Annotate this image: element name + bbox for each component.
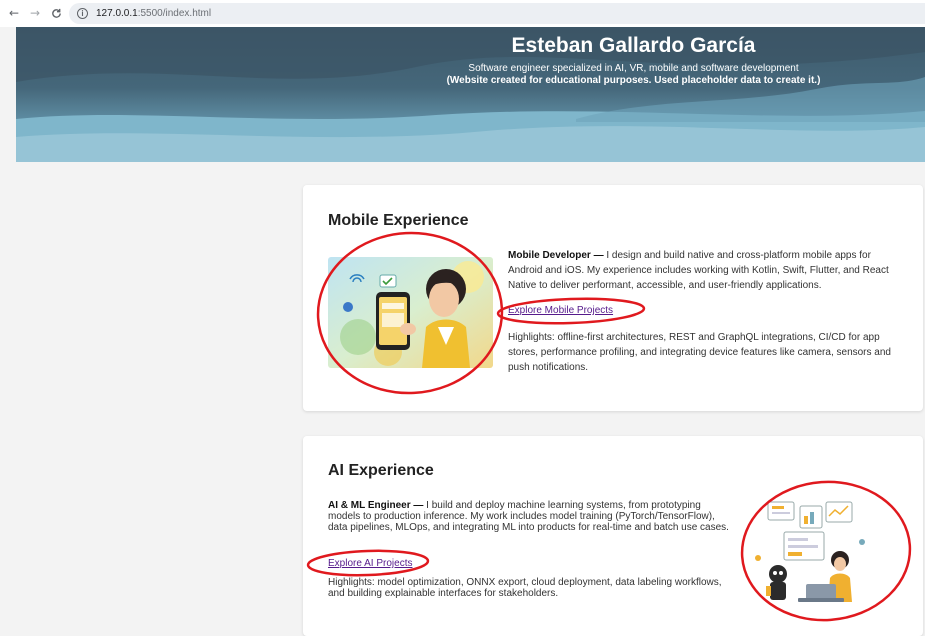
ai-description: AI & ML Engineer — I build and deploy ma…	[328, 500, 733, 533]
arrow-right-icon[interactable]: →	[27, 5, 43, 21]
page-title: Esteban Gallardo García	[511, 34, 756, 57]
ai-highlights: Highlights: model optimization, ONNX exp…	[328, 577, 722, 599]
ai-experience-card: AI Experience AI & ML Engineer — I build…	[303, 436, 923, 636]
mobile-highlights: Highlights: offline-first architectures,…	[508, 332, 891, 373]
mobile-developer-illustration	[328, 257, 493, 368]
url-path: :5500/index.html	[137, 8, 212, 19]
ai-heading: AI Experience	[328, 462, 434, 479]
mobile-role: Mobile Developer —	[508, 250, 604, 261]
info-icon[interactable]: i	[77, 8, 88, 19]
arrow-left-icon[interactable]: ←	[6, 5, 22, 21]
explore-mobile-projects-link[interactable]: Explore Mobile Projects	[508, 305, 613, 316]
ai-role: AI & ML Engineer —	[328, 500, 424, 511]
hero-subtitle: Software engineer specialized in AI, VR,…	[468, 63, 799, 74]
ai-engineer-illustration	[748, 498, 873, 606]
url-host: 127.0.0.1	[96, 8, 138, 19]
address-bar[interactable]: i 127.0.0.1:5500/index.html	[69, 3, 925, 24]
browser-toolbar: ← → i 127.0.0.1:5500/index.html	[0, 0, 925, 27]
mobile-description: Mobile Developer — I design and build na…	[508, 248, 903, 293]
explore-ai-projects-link[interactable]: Explore AI Projects	[328, 558, 412, 569]
mobile-experience-card: Mobile Experience Mobile Developer — I d…	[303, 185, 923, 411]
reload-icon[interactable]	[48, 5, 64, 21]
hero-banner: Esteban Gallardo García Software enginee…	[16, 27, 925, 162]
url-text: 127.0.0.1:5500/index.html	[96, 8, 211, 19]
mobile-heading: Mobile Experience	[328, 212, 469, 229]
hero-note: (Website created for educational purpose…	[446, 75, 821, 86]
